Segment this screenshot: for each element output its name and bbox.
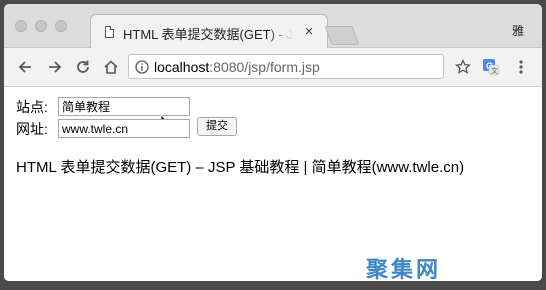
browser-tab[interactable]: HTML 表单提交数据(GET) - JSP 基础教程 ×: [90, 14, 328, 49]
reload-icon: [77, 60, 89, 73]
url-text[interactable]: localhost:8080/jsp/form.jsp: [154, 59, 320, 75]
tab-close-icon[interactable]: ×: [301, 23, 317, 41]
address-bar[interactable]: localhost:8080/jsp/form.jsp: [128, 54, 444, 79]
new-tab-button[interactable]: [324, 26, 360, 45]
page-content: 站点: 网址: 提交 HTML 表单提交数据(GET) – JSP 基础教程 |…: [4, 87, 542, 281]
maximize-window-button[interactable]: [55, 20, 67, 32]
title-bar: HTML 表单提交数据(GET) - JSP 基础教程 × 雅: [4, 4, 542, 49]
url-host: localhost: [154, 59, 210, 75]
menu-button[interactable]: [510, 56, 532, 78]
browser-window: HTML 表单提交数据(GET) - JSP 基础教程 × 雅 localhos…: [4, 4, 542, 281]
back-button[interactable]: [14, 56, 36, 78]
close-window-button[interactable]: [15, 20, 27, 32]
profile-label[interactable]: 雅: [512, 22, 524, 39]
url-path: :8080/jsp/form.jsp: [209, 59, 320, 75]
bookmark-button[interactable]: [452, 56, 474, 78]
translate-icon: G文: [483, 59, 500, 76]
menu-dots-icon: [519, 60, 523, 74]
tab-title: HTML 表单提交数据(GET) - JSP 基础教程: [123, 27, 293, 42]
document-icon: [105, 26, 114, 38]
back-arrow-icon: [18, 61, 31, 73]
star-icon: [455, 59, 471, 74]
reload-button[interactable]: [72, 56, 94, 78]
page-heading: HTML 表单提交数据(GET) – JSP 基础教程 | 简单教程(www.t…: [16, 159, 465, 176]
home-button[interactable]: [100, 56, 122, 78]
svg-text:文: 文: [491, 66, 498, 75]
minimize-window-button[interactable]: [35, 20, 47, 32]
browser-toolbar: localhost:8080/jsp/form.jsp G文: [4, 48, 542, 87]
url-input[interactable]: [58, 119, 190, 138]
forward-arrow-icon: [49, 61, 62, 73]
url-label: 网址:: [16, 121, 48, 137]
site-label: 站点:: [16, 99, 48, 115]
info-icon[interactable]: [135, 60, 149, 74]
forward-button[interactable]: [44, 56, 66, 78]
home-icon: [104, 60, 118, 74]
watermark-logo: 聚集网: [366, 258, 442, 283]
translate-button[interactable]: G文: [480, 56, 502, 78]
submit-button[interactable]: 提交: [197, 117, 237, 136]
